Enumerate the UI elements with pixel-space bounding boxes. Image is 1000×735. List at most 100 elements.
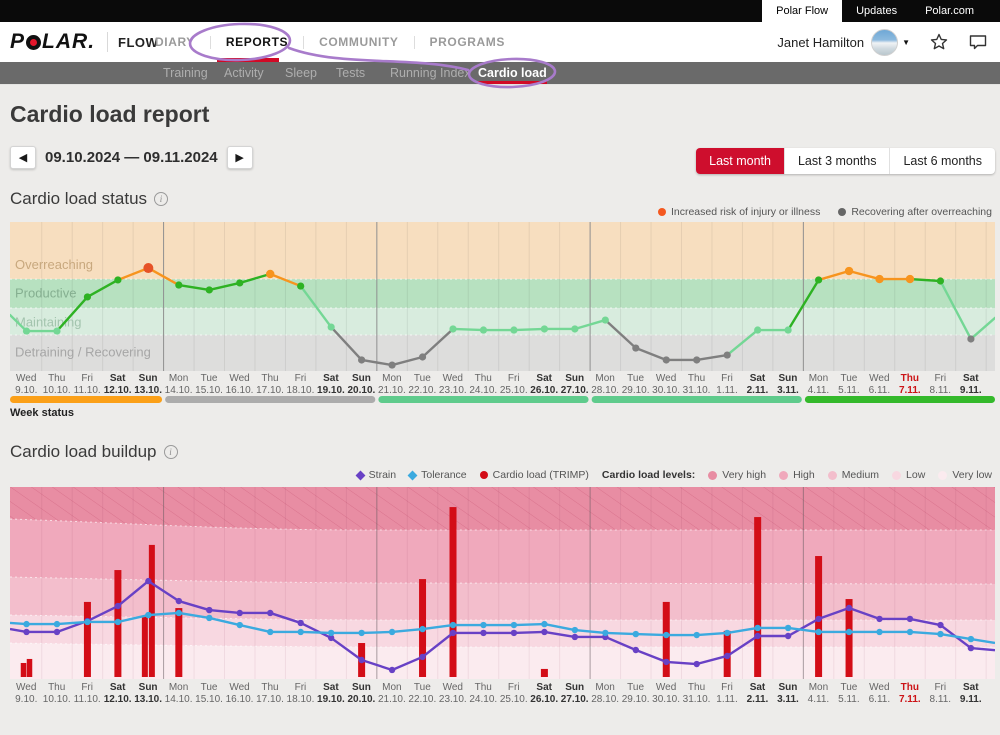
date-range-label: 09.10.2024 — 09.11.2024 — [45, 149, 218, 166]
x-tick-label: Sun3.11. — [773, 682, 803, 705]
buildup-section-head: Cardio load buildup i — [10, 442, 178, 462]
x-tick-label: Tue22.10. — [407, 682, 437, 705]
zone-label: Overreaching — [15, 257, 93, 272]
x-tick-label: Thu7.11. — [895, 682, 925, 705]
chevron-down-icon[interactable]: ▼ — [902, 38, 910, 47]
buildup-legend-item: Cardio load (TRIMP) — [480, 469, 589, 481]
range-selector: Last monthLast 3 monthsLast 6 months — [696, 148, 995, 174]
nav-item-programs[interactable]: PROGRAMS — [415, 35, 520, 49]
legend-dot-icon — [658, 208, 666, 216]
range-button-last-month[interactable]: Last month — [696, 148, 784, 174]
legend-label: Cardio load (TRIMP) — [493, 469, 589, 481]
x-tick-label: Fri11.10. — [72, 373, 102, 396]
x-tick-label: Wed9.10. — [11, 682, 41, 705]
cardio-load-status-chart: OverreachingProductiveMaintainingDetrain… — [10, 222, 995, 371]
legend-diamond-icon — [408, 470, 418, 480]
legend-label: High — [793, 469, 815, 481]
legend-label: Low — [906, 469, 925, 481]
buildup-legend: Strain Tolerance Cardio load (TRIMP) Cardio… — [357, 469, 992, 481]
level-legend-item: Medium — [828, 469, 879, 481]
x-tick-label: Thu17.10. — [255, 373, 285, 396]
subnav-item-activity[interactable]: Activity — [224, 62, 264, 85]
level-legend-item: High — [779, 469, 815, 481]
x-tick-label: Thu7.11. — [895, 373, 925, 396]
avatar[interactable] — [871, 29, 898, 56]
x-tick-label: Wed30.10. — [651, 682, 681, 705]
user-name[interactable]: Janet Hamilton — [777, 35, 864, 50]
x-tick-label: Thu31.10. — [681, 373, 711, 396]
nav-item-reports[interactable]: REPORTS — [211, 35, 303, 49]
polar-logo-o-icon — [26, 35, 41, 50]
x-tick-label: Tue15.10. — [194, 682, 224, 705]
status-zones — [10, 222, 995, 371]
zone-label: Maintaining — [15, 315, 82, 330]
x-tick-label: Sun20.10. — [346, 373, 376, 396]
x-tick-label: Sun3.11. — [773, 373, 803, 396]
legend-label: Tolerance — [421, 469, 467, 481]
x-tick-label: Wed9.10. — [11, 373, 41, 396]
level-dot-icon — [938, 471, 947, 480]
x-tick-label: Mon14.10. — [163, 373, 193, 396]
polar-logo-text: PLAR. — [10, 30, 95, 54]
level-dot-icon — [828, 471, 837, 480]
zone-label: Productive — [15, 286, 76, 301]
top-tab-polar-com[interactable]: Polar.com — [911, 0, 988, 22]
legend-circle-icon — [480, 471, 488, 479]
x-tick-label: Wed16.10. — [224, 682, 254, 705]
level-legend-item: Very low — [938, 469, 992, 481]
feedback-bubble-icon[interactable] — [968, 33, 988, 51]
status-legend-item: Increased risk of injury or illness — [658, 206, 820, 218]
top-tab-polar-flow[interactable]: Polar Flow — [762, 0, 842, 22]
level-legend-item: Low — [892, 469, 925, 481]
page-title: Cardio load report — [10, 101, 209, 128]
nav-item-community[interactable]: COMMUNITY — [304, 35, 413, 49]
logo-divider — [107, 32, 108, 52]
x-tick-label: Thu24.10. — [468, 373, 498, 396]
prev-period-button[interactable]: ◀ — [10, 146, 36, 169]
subnav-item-training[interactable]: Training — [163, 62, 208, 85]
buildup-legend-item: Tolerance — [409, 469, 467, 481]
x-tick-label: Fri1.11. — [712, 373, 742, 396]
level-dot-icon — [708, 471, 717, 480]
date-navigation: ◀ 09.10.2024 — 09.11.2024 ▶ — [10, 146, 253, 169]
buildup-section-title: Cardio load buildup — [10, 442, 157, 462]
x-tick-label: Sat26.10. — [529, 373, 559, 396]
x-tick-label: Mon4.11. — [803, 373, 833, 396]
x-tick-label: Tue29.10. — [620, 682, 650, 705]
week-status-bar — [10, 395, 995, 404]
x-tick-label: Mon14.10. — [163, 682, 193, 705]
favorites-star-icon[interactable] — [929, 32, 949, 52]
status-x-axis: Wed9.10.Thu10.10.Fri11.10.Sat12.10.Sun13… — [10, 373, 995, 396]
top-bar: Polar FlowUpdatesPolar.com — [0, 0, 1000, 22]
subnav-item-sleep[interactable]: Sleep — [285, 62, 317, 85]
user-area: Janet Hamilton ▼ — [777, 22, 988, 62]
x-tick-label: Sun27.10. — [559, 373, 589, 396]
buildup-x-axis: Wed9.10.Thu10.10.Fri11.10.Sat12.10.Sun13… — [10, 682, 995, 705]
range-button-last-6-months[interactable]: Last 6 months — [889, 148, 995, 174]
next-period-button[interactable]: ▶ — [227, 146, 253, 169]
status-info-icon[interactable]: i — [154, 192, 168, 206]
range-button-last-3-months[interactable]: Last 3 months — [784, 148, 890, 174]
x-tick-label: Tue5.11. — [834, 682, 864, 705]
x-tick-label: Mon28.10. — [590, 373, 620, 396]
polar-logo[interactable]: PLAR. FLOW — [10, 22, 158, 62]
subnav-item-tests[interactable]: Tests — [336, 62, 365, 85]
x-tick-label: Thu17.10. — [255, 682, 285, 705]
x-tick-label: Fri25.10. — [499, 373, 529, 396]
nav-item-diary[interactable]: DIARY — [140, 35, 210, 49]
week-status-caption: Week status — [10, 407, 74, 419]
subnav-item-running-index[interactable]: Running Index — [390, 62, 471, 85]
week-status-segment — [165, 396, 375, 403]
buildup-info-icon[interactable]: i — [164, 445, 178, 459]
x-tick-label: Wed30.10. — [651, 373, 681, 396]
x-tick-label: Fri25.10. — [499, 682, 529, 705]
cardio-load-levels-label: Cardio load levels: — [602, 469, 695, 481]
top-tab-updates[interactable]: Updates — [842, 0, 911, 22]
subnav-item-cardio-load[interactable]: Cardio load — [478, 62, 547, 85]
x-tick-label: Mon21.10. — [377, 682, 407, 705]
legend-label: Strain — [369, 469, 396, 481]
week-status-segment — [805, 396, 995, 403]
top-bar-tabs: Polar FlowUpdatesPolar.com — [762, 0, 988, 22]
legend-dot-icon — [838, 208, 846, 216]
x-tick-label: Wed23.10. — [438, 373, 468, 396]
